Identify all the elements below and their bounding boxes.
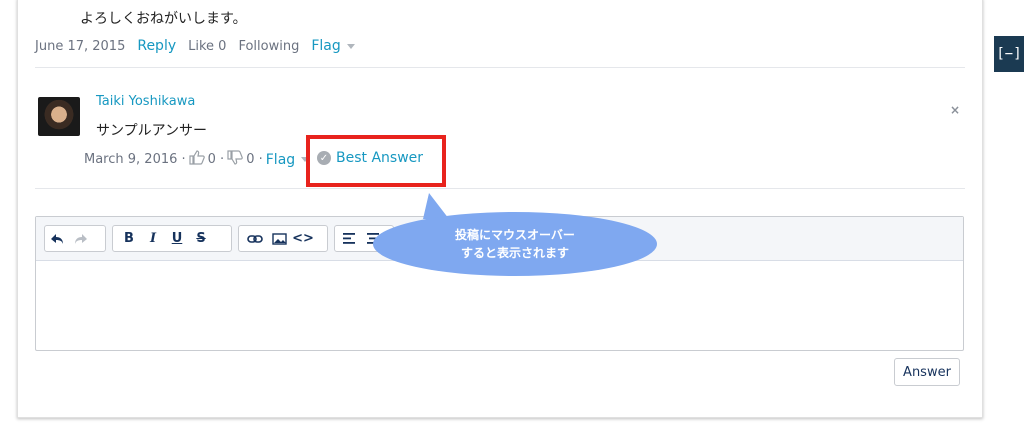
- reply-link[interactable]: Reply: [137, 38, 176, 54]
- answer-author-link[interactable]: Taiki Yoshikawa: [96, 94, 195, 109]
- undo-button[interactable]: [45, 226, 69, 251]
- avatar[interactable]: [38, 97, 80, 136]
- like-link[interactable]: Like 0: [188, 39, 226, 54]
- divider: [35, 188, 965, 189]
- bold-button[interactable]: B: [117, 226, 141, 251]
- answer-date: March 9, 2016 ·: [84, 152, 186, 167]
- previous-post-date: June 17, 2015: [35, 38, 126, 54]
- divider: [35, 67, 965, 68]
- downvote-count: 0 ·: [246, 152, 263, 167]
- previous-post-text: よろしくおねがいします。: [80, 11, 247, 27]
- strikethrough-button[interactable]: S: [189, 226, 213, 251]
- format-group: B I U S: [112, 225, 232, 252]
- image-icon[interactable]: [267, 226, 291, 251]
- flag-link[interactable]: Flag: [311, 38, 340, 54]
- link-icon[interactable]: [243, 226, 267, 251]
- history-group: [44, 225, 106, 252]
- thumbs-up-icon[interactable]: [189, 150, 205, 169]
- callout-bubble: 投稿にマウスオーバー すると表示されます: [373, 212, 657, 276]
- callout-line-1: 投稿にマウスオーバー: [455, 228, 575, 242]
- underline-button[interactable]: U: [165, 226, 189, 251]
- answer-meta: March 9, 2016 · 0 · 0 · Flag: [84, 150, 310, 169]
- align-left-icon[interactable]: [337, 226, 361, 251]
- close-icon[interactable]: ×: [950, 103, 960, 117]
- insert-group: <>: [238, 225, 328, 252]
- upvote-count: 0 ·: [207, 152, 225, 167]
- thumbs-down-icon[interactable]: [227, 150, 243, 169]
- redo-button[interactable]: [69, 226, 93, 251]
- collapse-button[interactable]: [−]: [994, 36, 1024, 72]
- previous-post-meta: June 17, 2015 Reply Like 0 Following Fla…: [35, 38, 355, 54]
- highlight-box: [306, 135, 446, 187]
- code-button[interactable]: <>: [291, 226, 315, 251]
- answer-flag-link[interactable]: Flag: [266, 152, 295, 168]
- following-toggle[interactable]: Following: [238, 39, 299, 54]
- feed-panel: [17, 0, 983, 418]
- flag-chevron-down-icon[interactable]: [346, 43, 355, 49]
- answer-submit-button[interactable]: Answer: [894, 358, 960, 386]
- callout-line-2: すると表示されます: [460, 246, 569, 260]
- answer-body: サンプルアンサー: [96, 123, 208, 139]
- italic-button[interactable]: I: [141, 226, 165, 251]
